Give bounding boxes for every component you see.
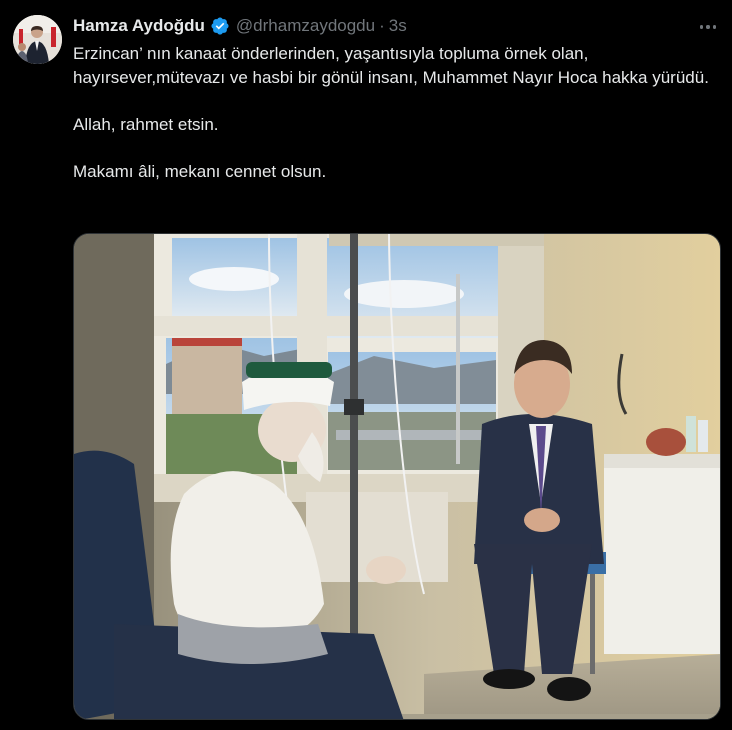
tweet-paragraph: Makamı âli, mekanı cennet olsun. [73,161,327,181]
tweet-paragraph: Erzincan’ nın kanaat önderlerinden, yaşa… [73,44,709,87]
more-horizontal-icon[interactable] [698,17,718,37]
author-display-name[interactable]: Hamza Aydoğdu [73,16,205,36]
separator-dot: · [379,16,385,35]
tweet-header: Hamza Aydoğdu @drhamzaydogdu · 3s [73,14,407,38]
verified-badge-icon [210,16,230,36]
tweet-timestamp[interactable]: 3s [389,16,407,36]
tweet-paragraph: Allah, rahmet etsin. [73,114,219,134]
tweet-photo[interactable] [73,233,721,720]
tweet: Hamza Aydoğdu @drhamzaydogdu · 3s Erzinc… [0,0,732,730]
author-handle[interactable]: @drhamzaydogdu [236,16,375,36]
avatar[interactable] [13,15,62,64]
tweet-text: Erzincan’ nın kanaat önderlerinden, yaşa… [73,42,728,183]
